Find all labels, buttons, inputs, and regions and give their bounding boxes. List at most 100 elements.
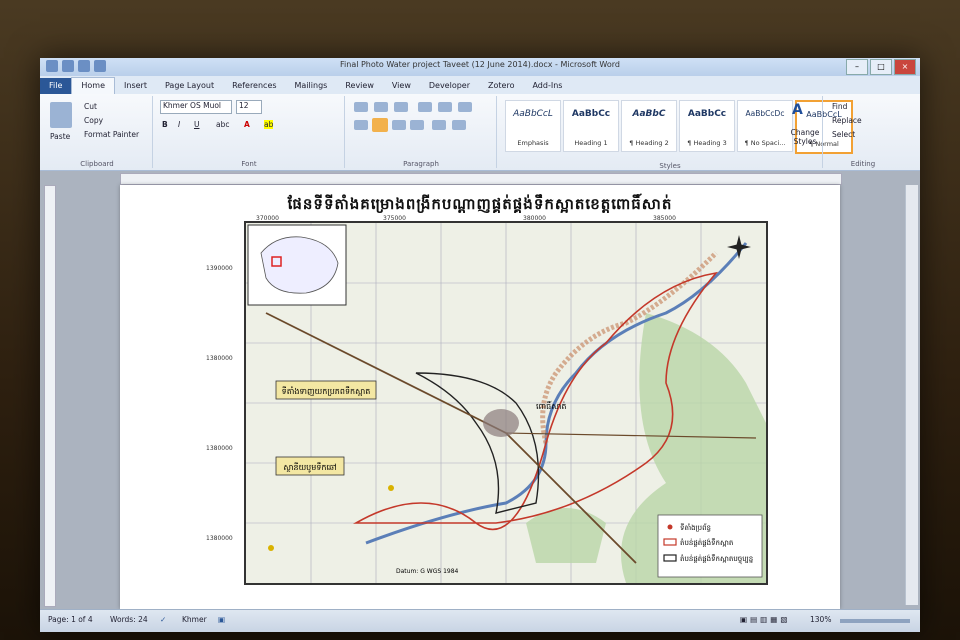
legend-swatch <box>667 524 673 530</box>
paste-icon[interactable] <box>50 102 72 128</box>
page-count[interactable]: Page: 1 of 4 <box>48 615 93 624</box>
proofing-icon[interactable]: ✓ <box>160 615 166 624</box>
horizontal-ruler[interactable] <box>120 173 842 185</box>
highlight-button[interactable]: ab <box>264 120 274 129</box>
tab-developer[interactable]: Developer <box>420 78 479 94</box>
vertical-scrollbar[interactable] <box>905 185 918 605</box>
align-center-icon[interactable] <box>372 118 388 132</box>
tab-page-layout[interactable]: Page Layout <box>156 78 223 94</box>
replace-button[interactable]: Replace <box>832 116 862 125</box>
numbering-icon[interactable] <box>374 102 388 112</box>
font-color-button[interactable]: A <box>244 120 250 129</box>
italic-button[interactable]: I <box>178 120 180 129</box>
style-name: ¶ No Spaci... <box>744 139 786 147</box>
style-heading-2[interactable]: AaBbC ¶ Heading 2 <box>621 100 677 152</box>
editing-group: Find Replace Select Editing <box>824 96 902 168</box>
maximize-button[interactable]: □ <box>870 59 892 75</box>
map-label-pump: ស្ថានីយបូមទឹកឆៅ <box>283 462 336 473</box>
select-button[interactable]: Select <box>832 130 855 139</box>
copy-button[interactable]: Copy <box>84 116 103 125</box>
sort-icon[interactable] <box>438 102 452 112</box>
paragraph-label: Paragraph <box>403 160 439 168</box>
x-tick-label: 370000 <box>256 215 279 222</box>
bullets-icon[interactable] <box>354 102 368 112</box>
tab-insert[interactable]: Insert <box>115 78 156 94</box>
minimize-button[interactable]: – <box>846 59 868 75</box>
x-tick-label: 380000 <box>523 215 546 222</box>
align-left-icon[interactable] <box>354 120 368 130</box>
font-size-box[interactable]: 12 <box>236 100 262 114</box>
strikethrough-button[interactable]: abc <box>216 120 229 129</box>
tab-mailings[interactable]: Mailings <box>286 78 337 94</box>
window-controls: – □ × <box>846 59 916 75</box>
map-label-city: ពោធិ៍សាត់ <box>536 400 566 411</box>
line-spacing-icon[interactable] <box>432 120 446 130</box>
style-no-spacing[interactable]: AaBbCcDc ¶ No Spaci... <box>737 100 793 152</box>
ribbon-tabs: File Home Insert Page Layout References … <box>40 76 920 94</box>
paste-button[interactable]: Paste <box>50 132 70 141</box>
bold-button[interactable]: B <box>162 120 168 129</box>
cut-button[interactable]: Cut <box>84 102 97 111</box>
style-sample: AaBbCcDc <box>745 109 785 118</box>
style-heading-3[interactable]: AaBbCc ¶ Heading 3 <box>679 100 735 152</box>
tab-zotero[interactable]: Zotero <box>479 78 523 94</box>
tab-view[interactable]: View <box>383 78 420 94</box>
style-name: Heading 1 <box>574 139 608 147</box>
zoom-slider[interactable] <box>840 619 910 623</box>
window-title: Final Photo Water project Taveet (12 Jun… <box>340 60 620 69</box>
datum-note: Datum: G WGS 1984 <box>396 568 459 575</box>
paragraph-group: Paragraph <box>346 96 497 168</box>
style-sample: AaBbCcL <box>513 109 553 119</box>
style-emphasis[interactable]: AaBbCcL Emphasis <box>505 100 561 152</box>
x-tick-label: 385000 <box>653 215 676 222</box>
change-styles-group: A Change Styles <box>788 96 823 168</box>
document-title: ផែនទីទីតាំងគម្រោងពង្រីកបណ្ដាញផ្គត់ផ្គង់ទ… <box>287 195 673 213</box>
tab-home[interactable]: Home <box>71 77 116 94</box>
document-area: ផែនទីទីតាំងគម្រោងពង្រីកបណ្ដាញផ្គត់ផ្គង់ទ… <box>40 171 920 609</box>
map-label-source: ទីតាំងទាញយកប្រភពទឹកស្អាត <box>282 386 371 396</box>
y-tick-label: 1380000 <box>206 445 233 452</box>
font-group: Khmer OS Muol 12 B I U abc A ab Font <box>154 96 345 168</box>
x-tick-label: 375000 <box>383 215 406 222</box>
status-bar: Page: 1 of 4 Words: 24 ✓ Khmer ▣ ▣▤▥▦▧ 1… <box>40 609 920 632</box>
tab-file[interactable]: File <box>40 78 72 94</box>
format-painter-button[interactable]: Format Painter <box>84 130 139 139</box>
pump-station-marker <box>388 485 394 491</box>
pilcrow-icon[interactable] <box>458 102 472 112</box>
style-heading-1[interactable]: AaBbCc Heading 1 <box>563 100 619 152</box>
justify-icon[interactable] <box>410 120 424 130</box>
language-indicator[interactable]: Khmer <box>182 615 207 624</box>
style-name: ¶ Heading 3 <box>687 139 727 147</box>
find-button[interactable]: Find <box>832 102 847 111</box>
ribbon: Paste Cut Copy Format Painter Clipboard … <box>40 94 920 171</box>
font-label: Font <box>241 160 257 168</box>
clipboard-group: Paste Cut Copy Format Painter Clipboard <box>42 96 153 168</box>
editing-label: Editing <box>850 160 876 168</box>
tab-add-ins[interactable]: Add-Ins <box>523 78 571 94</box>
underline-button[interactable]: U <box>194 120 200 129</box>
source-marker <box>268 545 274 551</box>
vertical-ruler[interactable] <box>44 185 56 607</box>
legend-item: ទីតាំងប្រព័ន្ធ <box>680 523 711 532</box>
zoom-level[interactable]: 130% <box>810 615 831 624</box>
document-page[interactable]: ផែនទីទីតាំងគម្រោងពង្រីកបណ្ដាញផ្គត់ផ្គង់ទ… <box>120 185 840 609</box>
style-sample: AaBbCc <box>571 109 611 119</box>
decrease-indent-icon[interactable] <box>418 102 432 112</box>
macro-icon[interactable]: ▣ <box>218 615 225 624</box>
style-name: ¶ Heading 2 <box>629 139 669 147</box>
change-styles-button[interactable]: Change Styles <box>790 128 820 146</box>
word-count[interactable]: Words: 24 <box>110 615 148 624</box>
view-buttons[interactable]: ▣▤▥▦▧ <box>740 615 790 624</box>
multilevel-list-icon[interactable] <box>394 102 408 112</box>
clipboard-label: Clipboard <box>80 160 114 168</box>
tab-review[interactable]: Review <box>336 78 383 94</box>
style-sample: AaBbCc <box>687 109 727 119</box>
shading-icon[interactable] <box>452 120 466 130</box>
align-right-icon[interactable] <box>392 120 406 130</box>
change-styles-icon[interactable]: A <box>792 102 803 118</box>
font-name-box[interactable]: Khmer OS Muol <box>160 100 232 114</box>
tab-references[interactable]: References <box>223 78 285 94</box>
style-name: Emphasis <box>517 139 549 147</box>
close-button[interactable]: × <box>894 59 916 75</box>
map-graphic: ទីតាំងទាញយកប្រភពទឹកស្អាត ស្ថានីយបូមទឹកឆៅ… <box>246 223 766 583</box>
